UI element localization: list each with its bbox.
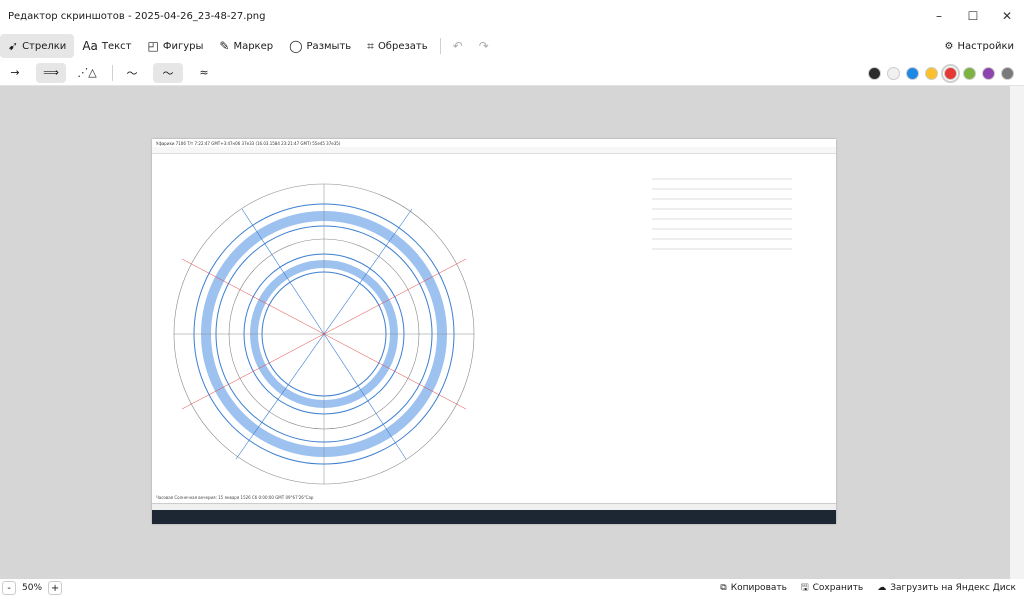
image-canvas[interactable]: Уфарихи 7106 Т/т 7:22:47 GMT+3:47н06 37е…	[0, 86, 1010, 579]
color-swatch-4[interactable]	[941, 63, 960, 83]
color-swatch-2[interactable]	[906, 66, 919, 80]
undo-icon: ↶	[452, 39, 463, 53]
copy-icon: ⧉	[720, 583, 727, 593]
maximize-button[interactable]: ☐	[956, 0, 990, 32]
gear-icon: ⚙	[944, 40, 954, 52]
tool-text[interactable]: Aa Текст	[74, 34, 139, 58]
embedded-statusbar	[152, 503, 836, 510]
tool-marker[interactable]: ✎ Маркер	[211, 34, 281, 58]
main-toolbar: ➹ Стрелки Aa Текст ◰ Фигуры ✎ Маркер ◯ Р…	[0, 32, 1024, 60]
stroke-thick[interactable]: ≈	[189, 63, 219, 83]
stroke-thin[interactable]: ～	[117, 63, 147, 83]
blur-icon: ◯	[289, 39, 303, 53]
color-swatch-0[interactable]	[868, 66, 881, 80]
color-swatch-7[interactable]	[1001, 66, 1014, 80]
astro-chart	[173, 169, 792, 485]
zoom-out-button[interactable]: -	[2, 581, 16, 595]
color-swatch-5[interactable]	[963, 66, 976, 80]
arrow-style-thick[interactable]: ⟹	[36, 62, 66, 83]
text-icon: Aa	[82, 39, 98, 53]
color-swatch-6[interactable]	[982, 66, 995, 80]
tool-shapes[interactable]: ◰ Фигуры	[140, 34, 212, 58]
arrow-icon: ➹	[8, 39, 19, 53]
arrow-style-dotted[interactable]: ⋰△	[72, 63, 102, 83]
screenshot-image: Уфарихи 7106 Т/т 7:22:47 GMT+3:47н06 37е…	[152, 139, 836, 524]
marker-icon: ✎	[219, 39, 230, 53]
color-swatch-1[interactable]	[887, 66, 900, 80]
embedded-caption: Часовая Солнечная вечерия: 15 января 152…	[156, 495, 314, 500]
tool-crop[interactable]: ⌗ Обрезать	[359, 34, 435, 58]
window-controls: – ☐ ✕	[922, 0, 1024, 32]
stroke-medium[interactable]: 〜	[153, 62, 183, 83]
tool-arrows[interactable]: ➹ Стрелки	[0, 34, 75, 58]
copy-button[interactable]: ⧉ Копировать	[720, 583, 787, 593]
close-button[interactable]: ✕	[990, 0, 1024, 32]
redo-icon: ↷	[478, 39, 489, 53]
action-buttons: ⧉ Копировать 🖫 Сохранить ☁ Загрузить на …	[720, 579, 1016, 597]
zoom-level: 50%	[22, 583, 43, 593]
settings-button[interactable]: ⚙ Настройки	[945, 32, 1014, 60]
minimize-button[interactable]: –	[922, 0, 956, 32]
disk-icon: ☁	[877, 583, 887, 593]
zoom-controls: - 50% +	[0, 581, 63, 595]
embedded-taskbar	[152, 510, 836, 524]
upload-yandex-disk-button[interactable]: ☁ Загрузить на Яндекс Диск	[877, 583, 1016, 593]
color-palette	[868, 60, 1014, 86]
tool-blur[interactable]: ◯ Размыть	[281, 34, 359, 58]
bottom-bar: - 50% + ⧉ Копировать 🖫 Сохранить ☁ Загру…	[0, 579, 1024, 597]
redo-button[interactable]: ↷	[471, 34, 497, 58]
color-swatch-3[interactable]	[925, 66, 938, 80]
divider	[112, 64, 113, 81]
vertical-scrollbar[interactable]	[1010, 86, 1024, 579]
shapes-icon: ◰	[147, 39, 159, 53]
undo-button[interactable]: ↶	[445, 34, 471, 58]
arrow-style-outline[interactable]: →	[0, 63, 30, 83]
zoom-in-button[interactable]: +	[48, 581, 63, 595]
crop-icon: ⌗	[367, 38, 374, 53]
title-bar: Редактор скриншотов - 2025-04-26_23-48-2…	[0, 0, 1024, 32]
divider	[439, 38, 441, 54]
save-icon: 🖫	[800, 583, 809, 593]
save-button[interactable]: 🖫 Сохранить	[801, 580, 863, 596]
window-title: Редактор скриншотов - 2025-04-26_23-48-2…	[8, 10, 266, 22]
